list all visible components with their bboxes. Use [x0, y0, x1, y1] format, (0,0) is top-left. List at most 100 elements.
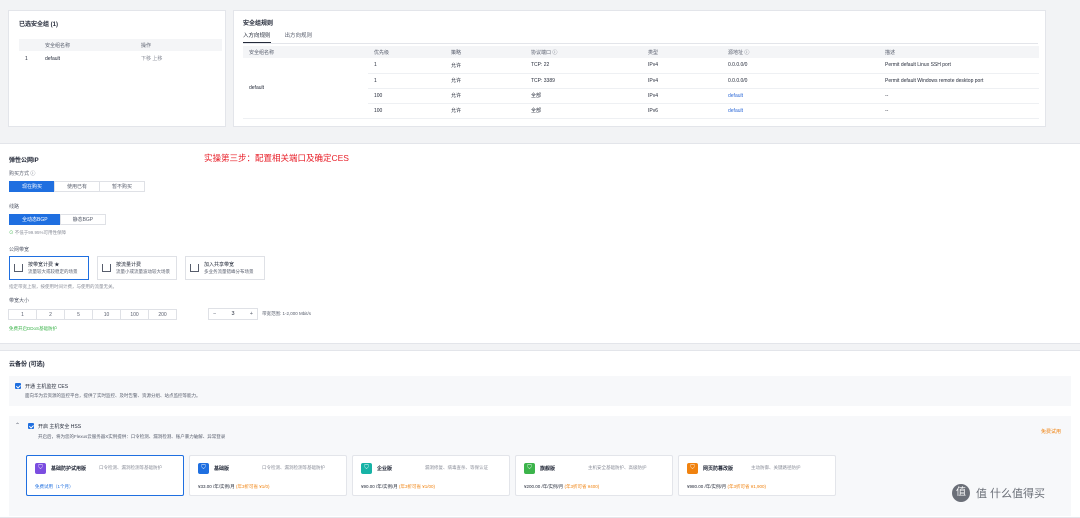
ddos-note: 免费开启DDoS基础防护 — [9, 326, 58, 331]
bandwidth-by-traffic[interactable]: 按流量计费 流量小或流量波动较大场景 — [97, 256, 177, 280]
size-option[interactable]: 5 — [64, 309, 93, 320]
eip-panel: 弹性公网IP 实操第三步：配置相关端口及确定CES 购买方式 ⓘ 现在购买 使用… — [0, 143, 1080, 344]
tab-outbound[interactable]: 出方向规则 — [285, 29, 313, 43]
cell-desc: Permit default Linux SSH port — [879, 58, 1039, 74]
hss-free-trial-link[interactable]: 免费试用 — [1041, 428, 1061, 435]
size-option[interactable]: 200 — [148, 309, 177, 320]
size-label: 带宽大小 — [9, 298, 30, 304]
edition-price: ¥200.00 /年/实例/月 (年3折可省 ¥400) — [524, 484, 599, 490]
size-range: 带宽范围: 1-2,000 Mbit/s — [262, 311, 312, 316]
edition-desc: 漏洞修复、病毒查杀、等保认证 — [425, 465, 488, 470]
shield-icon: ⛉ — [198, 463, 209, 474]
sg-rules-panel: 安全组规则 入方向规则 出方向规则 安全组名称 优先级 策略 协议端口 ⓘ 类型… — [233, 10, 1046, 127]
edition-discount: (年3折可省 ¥1/00) — [399, 484, 436, 489]
plus-icon[interactable]: + — [250, 311, 253, 317]
cell-source-link[interactable]: default — [722, 88, 879, 104]
purchase-buy-now[interactable]: 现在购买 — [9, 181, 56, 192]
selected-sg-table: 安全组名称 操作 1 default 下移 上移 — [19, 39, 222, 66]
bw-card-name: 按流量计费 — [116, 262, 142, 268]
cell-type: IPv4 — [642, 73, 722, 89]
bw-card-desc: 流量较大或较稳定的场景 — [28, 269, 78, 274]
bandwidth-stepper[interactable]: − 3 + — [208, 308, 258, 320]
edition-name: 企业版 — [377, 466, 393, 472]
edition-price: ¥90.00 /年/实例/月 (年3折可省 ¥1/00) — [361, 484, 435, 490]
purchase-mode-label: 购买方式 ⓘ — [9, 171, 36, 177]
line-static-bgp[interactable]: 静态BGP — [59, 214, 107, 225]
cell-desc: -- — [879, 103, 1039, 119]
ces-box: 开通 主机监控 CES 面向华为云资源的监控平台，提供了实时监控、及时告警、资源… — [9, 376, 1071, 406]
row-name: default — [45, 55, 61, 62]
edition-free: 免费试用（1个月） — [35, 484, 74, 489]
cell-source-link[interactable]: default — [722, 103, 879, 119]
sg-rules-title: 安全组规则 — [243, 21, 274, 27]
hss-desc: 开启后，将为您的Flexus云服务器X实例提供：口令检测、漏洞检测、账户暴力破解… — [38, 434, 226, 439]
size-option[interactable]: 2 — [36, 309, 65, 320]
edition-card-basic[interactable]: ⛉ 基础版 口令检测、漏洞检测等基础防护 ¥33.00 /年/实例/月 (年3折… — [189, 455, 347, 496]
edition-price: 免费试用（1个月） — [35, 484, 74, 490]
bandwidth-by-bandwidth[interactable]: 按带宽计费 ★ 流量较大或较稳定的场景 — [9, 256, 89, 280]
edition-name: 基础版 — [214, 466, 230, 472]
edition-price-value: ¥90.00 /年/实例/月 — [361, 484, 398, 489]
bandwidth-shared[interactable]: 加入共享带宽 多业务流量错峰分布场景 — [185, 256, 265, 280]
minus-icon[interactable]: − — [213, 311, 216, 317]
size-option[interactable]: 1 — [8, 309, 37, 320]
edition-desc: 主机安全基础防护、高级防护 — [588, 465, 647, 470]
hss-checkbox[interactable] — [28, 423, 34, 429]
edition-card-trial[interactable]: ⛉ 基础防护试用版 口令检测、漏洞检测等基础防护 免费试用（1个月） — [26, 455, 184, 496]
shield-icon: ⛉ — [524, 463, 535, 474]
edition-desc: 主动防御、关键路径防护 — [751, 465, 801, 470]
line-selector: 全动态BGP 静态BGP — [9, 214, 107, 225]
col-desc: 描述 — [879, 46, 1039, 58]
purchase-use-existing[interactable]: 使用已有 — [54, 181, 101, 192]
purchase-mode-selector: 现在购买 使用已有 暂不购买 — [9, 181, 146, 192]
cell-policy: 允许 — [445, 73, 525, 89]
sg-rules-tabs: 入方向规则 出方向规则 — [243, 29, 1038, 44]
hss-label: 开启 主机安全 HSS — [38, 424, 82, 430]
shield-icon: ⛉ — [361, 463, 372, 474]
selected-sg-title: 已选安全组 (1) — [19, 22, 59, 28]
edition-desc: 口令检测、漏洞检测等基础防护 — [99, 465, 162, 470]
col-source: 源地址 ⓘ — [722, 46, 879, 58]
col-actions: 操作 — [135, 39, 222, 51]
size-option[interactable]: 100 — [120, 309, 149, 320]
bw-card-desc: 流量小或流量波动较大场景 — [116, 269, 170, 274]
cloud-backup-title: 云备份 (可选) — [9, 362, 45, 368]
eip-title: 弹性公网IP — [9, 158, 39, 164]
collapse-chevron-icon[interactable]: ⌃ — [15, 422, 20, 429]
cell-type: IPv6 — [642, 103, 722, 119]
edition-card-flagship[interactable]: ⛉ 旗舰版 主机安全基础防护、高级防护 ¥200.00 /年/实例/月 (年3折… — [515, 455, 673, 496]
watermark-logo-icon: 值 — [952, 484, 970, 502]
col-index — [19, 39, 39, 51]
bandwidth-note: 指定带宽上限，按使用时间计费，与使用的流量无关。 — [9, 284, 117, 289]
sla-note-text: 不低于99.95%可用性保障 — [14, 230, 67, 235]
cell-port: 全部 — [525, 88, 642, 104]
line-dynamic-bgp[interactable]: 全动态BGP — [9, 214, 61, 225]
cell-desc: Permit default Windows remote desktop po… — [879, 73, 1039, 89]
bandwidth-types: 按带宽计费 ★ 流量较大或较稳定的场景 按流量计费 流量小或流量波动较大场景 加… — [9, 256, 265, 280]
table-row: 1 default 下移 上移 — [19, 51, 222, 66]
edition-price-value: ¥980.00 /年/实例/月 — [687, 484, 727, 489]
bandwidth-icon — [14, 264, 23, 272]
shared-bandwidth-icon — [190, 264, 199, 272]
edition-card-webtamper[interactable]: ⛉ 网页防篡改版 主动防御、关键路径防护 ¥980.00 /年/实例/月 (年3… — [678, 455, 836, 496]
bw-card-desc: 多业务流量错峰分布场景 — [204, 269, 254, 274]
bw-card-name: 按带宽计费 ★ — [28, 262, 60, 268]
cell-policy: 允许 — [445, 58, 525, 74]
bandwidth-label: 公网带宽 — [9, 247, 30, 253]
selected-sg-panel: 已选安全组 (1) 安全组名称 操作 1 default 下移 上移 — [8, 10, 226, 127]
size-option[interactable]: 10 — [92, 309, 121, 320]
step-annotation: 实操第三步：配置相关端口及确定CES — [204, 153, 349, 163]
purchase-not-now[interactable]: 暂不购买 — [99, 181, 146, 192]
ces-checkbox[interactable] — [15, 383, 21, 389]
edition-name: 网页防篡改版 — [703, 466, 734, 472]
stepper-value: 3 — [231, 311, 235, 317]
row-actions[interactable]: 下移 上移 — [135, 51, 222, 66]
cell-priority: 100 — [368, 88, 445, 104]
cell-priority: 1 — [368, 58, 445, 74]
tab-inbound[interactable]: 入方向规则 — [243, 29, 271, 43]
col-port: 协议端口 ⓘ — [525, 46, 642, 58]
edition-card-enterprise[interactable]: ⛉ 企业版 漏洞修复、病毒查杀、等保认证 ¥90.00 /年/实例/月 (年3折… — [352, 455, 510, 496]
row-index: 1 — [25, 55, 28, 62]
edition-discount: (年3折可省 ¥1,900) — [727, 484, 767, 489]
ces-label: 开通 主机监控 CES — [25, 384, 69, 390]
